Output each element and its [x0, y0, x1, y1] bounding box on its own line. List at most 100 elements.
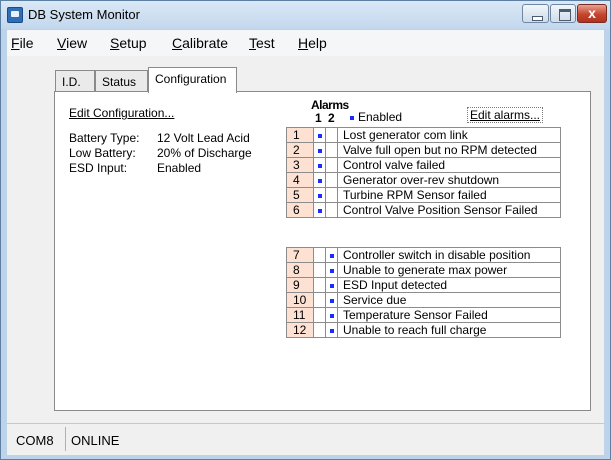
alarm-description: Valve full open but no RPM detected [337, 142, 561, 158]
close-icon: x [588, 5, 596, 21]
alarm-output-2-cell[interactable] [325, 187, 338, 203]
alarm-table-group-2: 7 Controller switch in disable position 8 U… [286, 247, 561, 338]
alarm-output-2-cell[interactable] [325, 172, 338, 188]
alarm-output-1-cell[interactable] [313, 307, 326, 323]
alarm-output-1-cell[interactable] [313, 202, 326, 218]
alarm-output-2-cell[interactable] [325, 307, 338, 323]
enabled-marker-icon [317, 193, 322, 198]
alarm-output-2-cell[interactable] [325, 127, 338, 143]
alarm-output-1-cell[interactable] [313, 157, 326, 173]
alarm-number: 12 [286, 322, 314, 338]
alarm-output-2-cell[interactable] [325, 322, 338, 338]
menu-mnemonic: S [110, 35, 120, 51]
menu-mnemonic: V [57, 35, 67, 51]
tab-configuration[interactable]: Configuration [148, 67, 237, 93]
alarm-output-2-cell[interactable] [325, 247, 338, 263]
minimize-button[interactable] [522, 4, 549, 23]
enabled-marker-icon [329, 283, 334, 288]
alarm-output-2-cell[interactable] [325, 157, 338, 173]
menu-help[interactable]: Help [298, 35, 327, 51]
alarm-output-1-cell[interactable] [313, 322, 326, 338]
window-title: DB System Monitor [28, 7, 140, 22]
status-bar: COM8 ONLINE [7, 423, 604, 455]
alarm-output-2-cell[interactable] [325, 202, 338, 218]
alarm-output-2-cell[interactable] [325, 262, 338, 278]
tab-id[interactable]: I.D. [55, 70, 95, 92]
alarm-output-1-cell[interactable] [313, 277, 326, 293]
alarm-row: 10 Service due [286, 292, 561, 308]
alarm-output-1-cell[interactable] [313, 142, 326, 158]
alarm-output-2-cell[interactable] [325, 292, 338, 308]
alarm-description: Temperature Sensor Failed [337, 307, 561, 323]
edit-configuration-link[interactable]: Edit Configuration... [69, 106, 174, 120]
alarm-output-2-cell[interactable] [325, 142, 338, 158]
menu-mnemonic: C [172, 35, 183, 51]
alarm-description: Generator over-rev shutdown [337, 172, 561, 188]
alarm-description: Service due [337, 292, 561, 308]
alarm-output-1-cell[interactable] [313, 187, 326, 203]
enabled-marker-icon [317, 178, 322, 183]
menu-mnemonic: H [298, 35, 309, 51]
alarm-row: 6 Control Valve Position Sensor Failed [286, 202, 561, 218]
enabled-legend-marker [350, 116, 354, 120]
alarms-title: Alarms [311, 98, 349, 112]
alarm-number: 6 [286, 202, 314, 218]
alarm-row: 4 Generator over-rev shutdown [286, 172, 561, 188]
alarm-number: 8 [286, 262, 314, 278]
alarm-row: 1 Lost generator com link [286, 127, 561, 143]
alarm-number: 5 [286, 187, 314, 203]
esd-input-label: ESD Input: [69, 161, 128, 175]
enabled-marker-icon [329, 268, 334, 273]
alarm-number: 9 [286, 277, 314, 293]
alarm-row: 12 Unable to reach full charge [286, 322, 561, 338]
menu-test[interactable]: Test [249, 35, 275, 51]
menu-label: ile [19, 35, 34, 51]
alarm-description: Controller switch in disable position [337, 247, 561, 263]
alarm-output-1-cell[interactable] [313, 172, 326, 188]
enabled-marker-icon [329, 328, 334, 333]
tab-status[interactable]: Status [95, 70, 148, 92]
alarm-row: 9 ESD Input detected [286, 277, 561, 293]
maximize-button[interactable] [550, 4, 576, 23]
alarm-output-1-cell[interactable] [313, 127, 326, 143]
menu-label: etup [119, 35, 147, 51]
edit-alarms-link[interactable]: Edit alarms... [467, 107, 544, 123]
close-button[interactable]: x [577, 4, 607, 23]
enabled-marker-icon [329, 313, 334, 318]
alarm-description: Control valve failed [337, 157, 561, 173]
menu-mnemonic: F [11, 35, 20, 51]
alarm-number: 4 [286, 172, 314, 188]
menu-setup[interactable]: Setup [110, 35, 147, 51]
alarm-description: Control Valve Position Sensor Failed [337, 202, 561, 218]
app-icon [7, 7, 23, 23]
alarm-row: 5 Turbine RPM Sensor failed [286, 187, 561, 203]
alarm-description: Unable to reach full charge [337, 322, 561, 338]
connection-status: ONLINE [71, 433, 120, 448]
low-battery-value: 20% of Discharge [157, 146, 252, 160]
menu-view[interactable]: View [57, 35, 87, 51]
esd-input-value: Enabled [157, 161, 202, 175]
menu-label: iew [66, 35, 88, 51]
alarm-output-1-cell[interactable] [313, 247, 326, 263]
menu-label: elp [308, 35, 327, 51]
alarm-number: 11 [286, 307, 314, 323]
client-area: I.D. Status Configuration Edit Configura… [7, 56, 604, 423]
alarm-output-2-cell[interactable] [325, 277, 338, 293]
com-port-status: COM8 [16, 433, 54, 448]
app-window: DB System Monitor x File View Setup Cali… [0, 0, 611, 460]
menu-file[interactable]: File [11, 35, 34, 51]
enabled-marker-icon [317, 163, 322, 168]
alarm-row: 8 Unable to generate max power [286, 262, 561, 278]
menu-label: alibrate [182, 35, 229, 51]
alarm-output-1-cell[interactable] [313, 262, 326, 278]
alarm-row: 7 Controller switch in disable position [286, 247, 561, 263]
battery-type-value: 12 Volt Lead Acid [157, 131, 250, 145]
alarm-number: 1 [286, 127, 314, 143]
low-battery-label: Low Battery: [69, 146, 136, 160]
enabled-marker-icon [317, 208, 322, 213]
menu-calibrate[interactable]: Calibrate [172, 35, 228, 51]
alarm-output-1-cell[interactable] [313, 292, 326, 308]
enabled-marker-icon [317, 148, 322, 153]
alarm-description: ESD Input detected [337, 277, 561, 293]
alarms-column-1: 1 [315, 111, 322, 125]
